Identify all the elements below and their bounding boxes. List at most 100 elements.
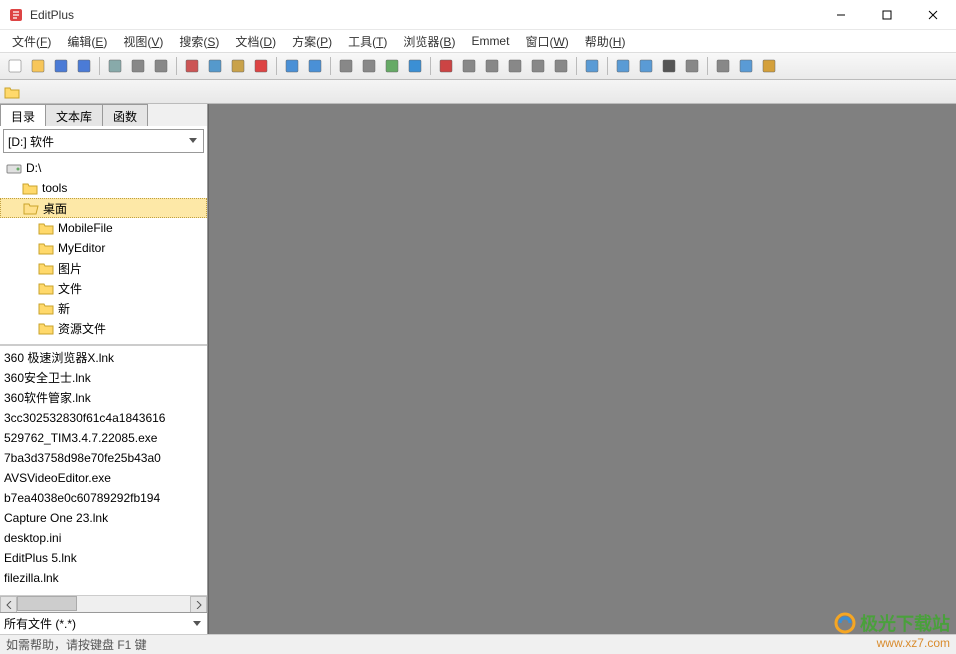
cut-icon[interactable]	[181, 55, 203, 77]
toolbar-separator	[276, 57, 277, 75]
tree-item-label: 新	[58, 300, 70, 317]
tree-item-label: 资源文件	[58, 320, 106, 337]
tree-item[interactable]: 图片	[0, 258, 207, 278]
save-icon[interactable]	[50, 55, 72, 77]
status-text: 如需帮助，请按键盘 F1 键	[6, 636, 147, 653]
file-item[interactable]: 360 极速浏览器X.lnk	[4, 348, 203, 368]
tab-dir[interactable]: 目录	[0, 104, 46, 126]
window-switch-icon[interactable]	[758, 55, 780, 77]
save-all-icon[interactable]	[73, 55, 95, 77]
maximize-button[interactable]	[864, 0, 910, 30]
replace-icon[interactable]	[358, 55, 380, 77]
goto-icon[interactable]	[381, 55, 403, 77]
folder-icon	[38, 321, 54, 335]
tree-item[interactable]: MyEditor	[0, 238, 207, 258]
file-item[interactable]: 360软件管家.lnk	[4, 388, 203, 408]
special-chars-icon[interactable]	[550, 55, 572, 77]
folder-tree[interactable]: D:\ tools桌面 MobileFile MyEditor图片文件新资源文件	[0, 156, 207, 346]
paste-icon[interactable]	[227, 55, 249, 77]
file-item[interactable]: 7ba3d3758d98e70fe25b43a0	[4, 448, 203, 468]
tree-item[interactable]: 桌面	[0, 198, 207, 218]
bookmark-icon[interactable]	[404, 55, 426, 77]
find-icon[interactable]	[335, 55, 357, 77]
menu-W[interactable]: 窗口(W)	[517, 31, 576, 52]
menu-V[interactable]: 视图(V)	[115, 31, 171, 52]
file-item[interactable]: desktop.ini	[4, 528, 203, 548]
titlebar: EditPlus	[0, 0, 956, 30]
folder-icon	[22, 181, 38, 195]
file-filter[interactable]: 所有文件 (*.*)	[0, 612, 207, 634]
new-file-icon[interactable]	[4, 55, 26, 77]
menu-F[interactable]: 文件(F)	[4, 31, 59, 52]
horizontal-scrollbar[interactable]	[0, 595, 207, 612]
browser-icon[interactable]	[612, 55, 634, 77]
hex-icon[interactable]	[458, 55, 480, 77]
editor-area	[208, 104, 956, 634]
tree-item[interactable]: MobileFile	[0, 218, 207, 238]
customize-icon[interactable]	[712, 55, 734, 77]
line-number-icon[interactable]	[504, 55, 526, 77]
tree-item[interactable]: D:\	[0, 158, 207, 178]
menu-H[interactable]: 帮助(H)	[577, 31, 634, 52]
close-button[interactable]	[910, 0, 956, 30]
copy-icon[interactable]	[204, 55, 226, 77]
folder-icon	[38, 301, 54, 315]
file-item[interactable]: Capture One 23.lnk	[4, 508, 203, 528]
terminal-icon[interactable]	[658, 55, 680, 77]
delete-icon[interactable]	[250, 55, 272, 77]
file-item[interactable]: 3cc302532830f61c4a1843616	[4, 408, 203, 428]
folder-icon	[38, 241, 54, 255]
drive-selector[interactable]: [D:] 软件	[3, 129, 204, 153]
ruler-icon[interactable]	[527, 55, 549, 77]
menu-E[interactable]: 编辑(E)	[59, 31, 115, 52]
folder-icon	[23, 201, 39, 215]
file-item[interactable]: 360安全卫士.lnk	[4, 368, 203, 388]
folder-icon	[38, 261, 54, 275]
file-list[interactable]: 360 极速浏览器X.lnk360安全卫士.lnk360软件管家.lnk3cc3…	[0, 346, 207, 612]
menu-D[interactable]: 文档(D)	[227, 31, 284, 52]
tree-item[interactable]: tools	[0, 178, 207, 198]
file-item[interactable]: b7ea4038e0c60789292fb194	[4, 488, 203, 508]
open-file-icon[interactable]	[27, 55, 49, 77]
menu-T[interactable]: 工具(T)	[340, 31, 395, 52]
browser2-icon[interactable]	[635, 55, 657, 77]
file-item[interactable]: AVSVideoEditor.exe	[4, 468, 203, 488]
tab-functions[interactable]: 函数	[102, 104, 148, 126]
menu-P[interactable]: 方案(P)	[284, 31, 340, 52]
scroll-right-button[interactable]	[190, 596, 207, 612]
minimize-button[interactable]	[818, 0, 864, 30]
menu-S[interactable]: 搜索(S)	[171, 31, 227, 52]
tree-item-label: MobileFile	[58, 221, 113, 235]
tree-item[interactable]: 新	[0, 298, 207, 318]
undo-icon[interactable]	[281, 55, 303, 77]
print-icon[interactable]	[127, 55, 149, 77]
arrow-tool-icon[interactable]	[735, 55, 757, 77]
menu-8[interactable]: Emmet	[463, 32, 517, 50]
file-item[interactable]: EditPlus 5.lnk	[4, 548, 203, 568]
tree-item-label: 文件	[58, 280, 82, 297]
tree-item[interactable]: 资源文件	[0, 318, 207, 338]
font-size-icon[interactable]	[435, 55, 457, 77]
print-preview-icon[interactable]	[150, 55, 172, 77]
scroll-track[interactable]	[17, 596, 190, 612]
folder-icon	[38, 221, 54, 235]
window-title: EditPlus	[30, 8, 818, 22]
calculator-icon[interactable]	[681, 55, 703, 77]
tab-cliptext[interactable]: 文本库	[45, 104, 103, 126]
menu-B[interactable]: 浏览器(B)	[395, 31, 463, 52]
redo-icon[interactable]	[304, 55, 326, 77]
settings-icon[interactable]	[581, 55, 603, 77]
workspace: 目录文本库函数 [D:] 软件 D:\ tools桌面 MobileFile MyEd…	[0, 104, 956, 634]
scroll-left-button[interactable]	[0, 596, 17, 612]
app-icon	[8, 7, 24, 23]
path-bar[interactable]	[0, 80, 956, 104]
tree-item[interactable]: 文件	[0, 278, 207, 298]
word-wrap-icon[interactable]	[481, 55, 503, 77]
scroll-thumb[interactable]	[17, 596, 77, 611]
tree-item-label: D:\	[26, 161, 41, 175]
file-item[interactable]: 529762_TIM3.4.7.22085.exe	[4, 428, 203, 448]
file-item[interactable]: filezilla.lnk	[4, 568, 203, 588]
folder-icon	[6, 161, 22, 175]
ftp-icon[interactable]	[104, 55, 126, 77]
toolbar-separator	[99, 57, 100, 75]
